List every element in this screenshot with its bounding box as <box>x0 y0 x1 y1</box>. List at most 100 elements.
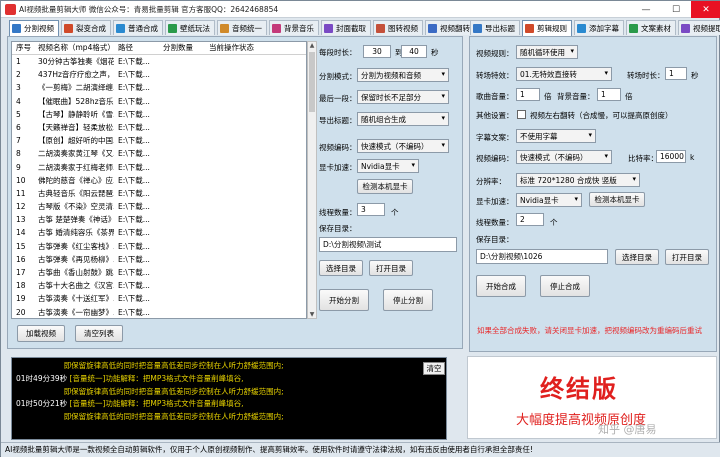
scroll-down-icon[interactable]: ▼ <box>308 311 316 318</box>
table-row[interactable]: 3 《一剪梅》二胡演绎缠... E:\下载... <box>12 81 306 94</box>
video-rule-select[interactable]: 随机循环使用 <box>516 45 578 59</box>
row-index: 6 <box>16 122 21 132</box>
threads-input[interactable]: 3 <box>357 203 385 216</box>
scroll-thumb[interactable] <box>309 52 315 112</box>
tab-split-video[interactable]: 分割视频 <box>9 20 59 36</box>
close-button[interactable]: ✕ <box>691 1 720 18</box>
threads-unit: 个 <box>391 208 399 217</box>
minimize-button[interactable]: — <box>631 1 661 18</box>
tab-wallpaper[interactable]: 壁纸玩法 <box>165 20 215 35</box>
row-video-name: 古筝弹奏《红尘客栈》... <box>38 241 114 251</box>
start-merge-button[interactable]: 开始合成 <box>476 275 526 297</box>
table-row[interactable]: 13 古筝 楚楚弹奏《神话》... E:\下载... <box>12 213 306 226</box>
table-row[interactable]: 11 古典轻音乐《阳云琵琶... E:\下载... <box>12 187 306 200</box>
export-title-label: 导出标题： <box>319 116 357 125</box>
table-row[interactable]: 14 古筝 婚清纯容乐《茶界... E:\下载... <box>12 226 306 239</box>
table-row[interactable]: 4 【催眠曲】528hz音乐 ... E:\下载... <box>12 95 306 108</box>
stop-split-button[interactable]: 停止分割 <box>383 289 433 311</box>
table-row[interactable]: 6 【天籁禅音】轻柔放松... E:\下载... <box>12 121 306 134</box>
table-row[interactable]: 20 古筝演奏《一帘幽梦》... E:\下载... <box>12 306 306 318</box>
flip-checkbox[interactable] <box>517 110 526 119</box>
tab-image-to-video[interactable]: 图转视频 <box>373 20 423 35</box>
table-row[interactable]: 10 佛陀的慈音《禅心》应... E:\下载... <box>12 174 306 187</box>
table-row[interactable]: 2 437Hz音疗疗愈之声，... E:\下载... <box>12 68 306 81</box>
col-status[interactable]: 当前操作状态 <box>205 42 305 54</box>
table-row[interactable]: 12 古琴版《不染》空灵清... E:\下载... <box>12 200 306 213</box>
table-row[interactable]: 19 古筝演奏《十送红军》... E:\下载... <box>12 292 306 305</box>
col-split-count[interactable]: 分割数量 <box>159 42 205 54</box>
row-status <box>205 95 305 108</box>
bitrate-input[interactable]: 16000 <box>656 150 686 163</box>
table-row[interactable]: 7 【原创】超好听的中国... E:\下载... <box>12 134 306 147</box>
save-dir-input[interactable]: D:\分割视频\测试 <box>319 237 457 252</box>
transition-select[interactable]: 01.无特效直接转 <box>516 67 612 81</box>
row-video-name: 古筝十大名曲之《汉宫... <box>38 281 114 291</box>
music-volume-input[interactable]: 1 <box>516 88 540 101</box>
row-status <box>205 134 305 147</box>
table-row[interactable]: 17 古筝曲《香山射鼓》跳... E:\下载... <box>12 266 306 279</box>
rules-open-dir-button[interactable]: 打开目录 <box>665 249 709 265</box>
transition-duration-input[interactable]: 1 <box>665 67 687 80</box>
table-row[interactable]: 9 二胡演奏家于红梅老师... E:\下载... <box>12 161 306 174</box>
choose-dir-button[interactable]: 选择目录 <box>319 260 363 276</box>
gpu-accel-select[interactable]: Nvidia显卡 <box>357 159 419 173</box>
rules-detect-gpu-button[interactable]: 检测本机显卡 <box>589 192 645 207</box>
clear-log-button[interactable]: 清空 <box>423 362 445 375</box>
rules-choose-dir-button[interactable]: 选择目录 <box>615 249 659 265</box>
tab-bg-music[interactable]: 背景音乐 <box>269 20 319 35</box>
rules-threads-input[interactable]: 2 <box>516 213 544 226</box>
row-split-count <box>159 174 205 187</box>
flip-checkbox-label: 视频左右翻转（合成慢，可以提高原创度） <box>530 111 673 120</box>
rules-encode-select[interactable]: 快速模式（不编码） <box>516 150 612 164</box>
table-row[interactable]: 1 30分钟古筝独奏《烟花... E:\下载... <box>12 55 306 68</box>
bg-volume-input[interactable]: 1 <box>597 88 621 101</box>
row-path: E:\下载... <box>118 202 150 212</box>
col-path[interactable]: 路径 <box>114 42 159 54</box>
scroll-up-icon[interactable]: ▲ <box>308 42 316 49</box>
last-segment-select[interactable]: 保留时长不足部分 <box>357 90 449 104</box>
table-scrollbar[interactable]: ▲ ▼ <box>307 41 317 319</box>
row-index: 16 <box>16 254 26 264</box>
tab-audio-unify[interactable]: 音频统一 <box>217 20 267 35</box>
fission-icon <box>64 23 73 33</box>
table-row[interactable]: 18 古筝十大名曲之《汉宫... E:\下载... <box>12 279 306 292</box>
row-split-count <box>159 292 205 305</box>
split-mode-label: 分割模式： <box>319 72 357 81</box>
rules-save-dir-input[interactable]: D:\分割视频\1026 <box>476 249 608 264</box>
maximize-button[interactable]: ☐ <box>661 1 691 18</box>
tab-fission-merge[interactable]: 裂变合成 <box>61 20 111 35</box>
load-video-button[interactable]: 加载视频 <box>17 325 65 342</box>
detect-gpu-button[interactable]: 检测本机显卡 <box>357 179 413 194</box>
tab-export-title[interactable]: 导出标题 <box>470 20 520 35</box>
col-video-name[interactable]: 视频名称（mp4格式） <box>34 42 115 54</box>
table-row[interactable]: 16 古筝弹奏《再见杨柳》... E:\下载... <box>12 253 306 266</box>
start-split-button[interactable]: 开始分割 <box>319 289 369 311</box>
table-row[interactable]: 8 二胡演奏家黄江琴《又... E:\下载... <box>12 147 306 160</box>
row-path: E:\下载... <box>118 96 150 106</box>
stop-merge-button[interactable]: 停止合成 <box>540 275 590 297</box>
split-mode-select[interactable]: 分割为视频和音频 <box>357 68 449 82</box>
open-dir-button[interactable]: 打开目录 <box>369 260 413 276</box>
export-title-select[interactable]: 随机组合生成 <box>357 112 449 126</box>
tab-video-extract[interactable]: 视频提取 <box>678 20 720 35</box>
status-bar: AI视频批量剪辑大师是一款视频全自动剪辑软件，仅用于个人原创视频制作、提高剪辑效… <box>1 442 720 457</box>
table-row[interactable]: 15 古筝弹奏《红尘客栈》... E:\下载... <box>12 240 306 253</box>
tab-edit-rules[interactable]: 剪辑规则 <box>522 20 572 36</box>
duration-to-input[interactable]: 40 <box>401 45 427 58</box>
col-index[interactable]: 序号 <box>12 42 34 54</box>
tab-video-flip[interactable]: 视频翻转 <box>425 20 475 35</box>
row-video-name: 古筝演奏《十送红军》... <box>38 294 114 304</box>
duration-from-input[interactable]: 30 <box>363 45 391 58</box>
tab-copy-material[interactable]: 文案素材 <box>626 20 676 35</box>
tab-normal-merge[interactable]: 普通合成 <box>113 20 163 35</box>
rules-gpu-select[interactable]: Nvidia显卡 <box>516 193 582 207</box>
video-rule-label: 视频规则： <box>476 49 514 58</box>
music-icon <box>272 23 281 33</box>
resolution-select[interactable]: 标准 720*1280 合成快 竖版 <box>516 173 640 187</box>
subtitle-copy-select[interactable]: 不使用字幕 <box>516 129 596 143</box>
tab-add-subtitle[interactable]: 添加字幕 <box>574 20 624 35</box>
tab-cover-capture[interactable]: 封面截取 <box>321 20 371 35</box>
table-row[interactable]: 5 【古琴】静静聆听《雪... E:\下载... <box>12 108 306 121</box>
video-encode-select[interactable]: 快速模式（不编码） <box>357 139 449 153</box>
clear-list-button[interactable]: 清空列表 <box>75 325 123 342</box>
